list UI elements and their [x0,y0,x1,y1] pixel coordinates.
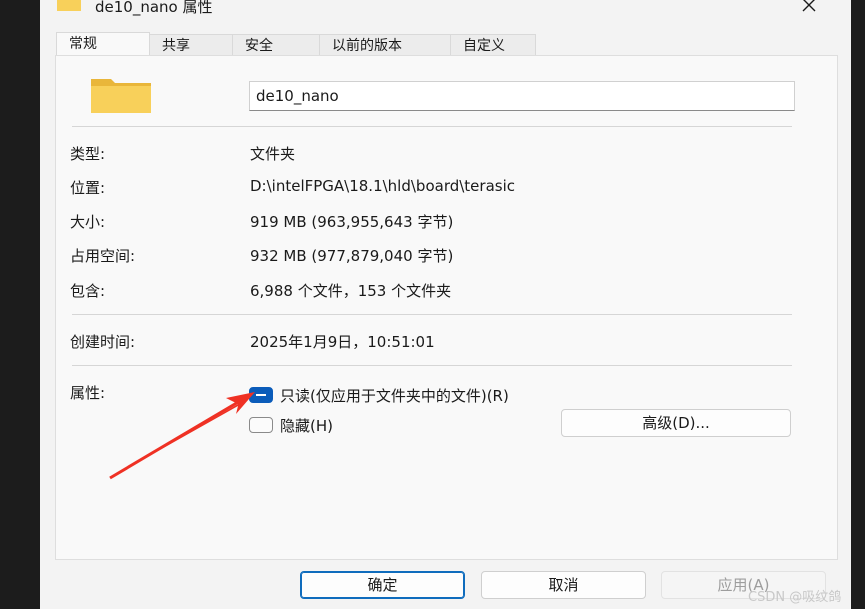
tab-security[interactable]: 安全 [232,34,320,56]
tab-previous-versions[interactable]: 以前的版本 [319,34,451,56]
cancel-button[interactable]: 取消 [481,571,646,599]
tab-general[interactable]: 常规 [56,32,150,56]
type-value: 文件夹 [250,145,296,163]
tab-sharing[interactable]: 共享 [149,34,233,56]
window-title: de10_nano 属性 [95,0,213,16]
size-label: 大小: [70,213,106,231]
divider [72,314,792,315]
type-label: 类型: [70,145,106,163]
watermark: CSDN @吸纹鸽 [748,590,842,605]
location-value: D:\intelFPGA\18.1\hld\board\terasic [250,177,515,195]
advanced-button[interactable]: 高级(D)... [561,409,791,437]
folder-icon [91,79,151,113]
readonly-checkbox[interactable] [249,387,273,403]
created-label: 创建时间: [70,333,136,351]
properties-dialog: de10_nano 属性 常规 共享 安全 以前的版本 自定义 类型: 文件夹 … [40,0,851,609]
hidden-label[interactable]: 隐藏(H) [280,415,333,436]
readonly-label[interactable]: 只读(仅应用于文件夹中的文件)(R) [280,385,509,406]
created-value: 2025年1月9日，10:51:01 [250,333,435,351]
hidden-checkbox[interactable] [249,417,273,433]
size-on-disk-label: 占用空间: [70,247,136,265]
title-bar: de10_nano 属性 [40,0,851,24]
contains-label: 包含: [70,282,106,300]
contains-value: 6,988 个文件，153 个文件夹 [250,282,452,300]
size-on-disk-value: 932 MB (977,879,040 字节) [250,247,454,265]
divider [72,365,792,366]
attributes-label: 属性: [70,384,106,402]
tab-customize[interactable]: 自定义 [450,34,536,56]
folder-icon [57,0,81,11]
general-panel: 类型: 文件夹 位置: D:\intelFPGA\18.1\hld\board\… [55,55,838,560]
folder-name-input[interactable] [249,81,795,111]
ok-button[interactable]: 确定 [300,571,465,599]
size-value: 919 MB (963,955,643 字节) [250,213,454,231]
location-label: 位置: [70,179,106,197]
close-icon[interactable] [796,0,822,18]
divider [72,126,792,127]
